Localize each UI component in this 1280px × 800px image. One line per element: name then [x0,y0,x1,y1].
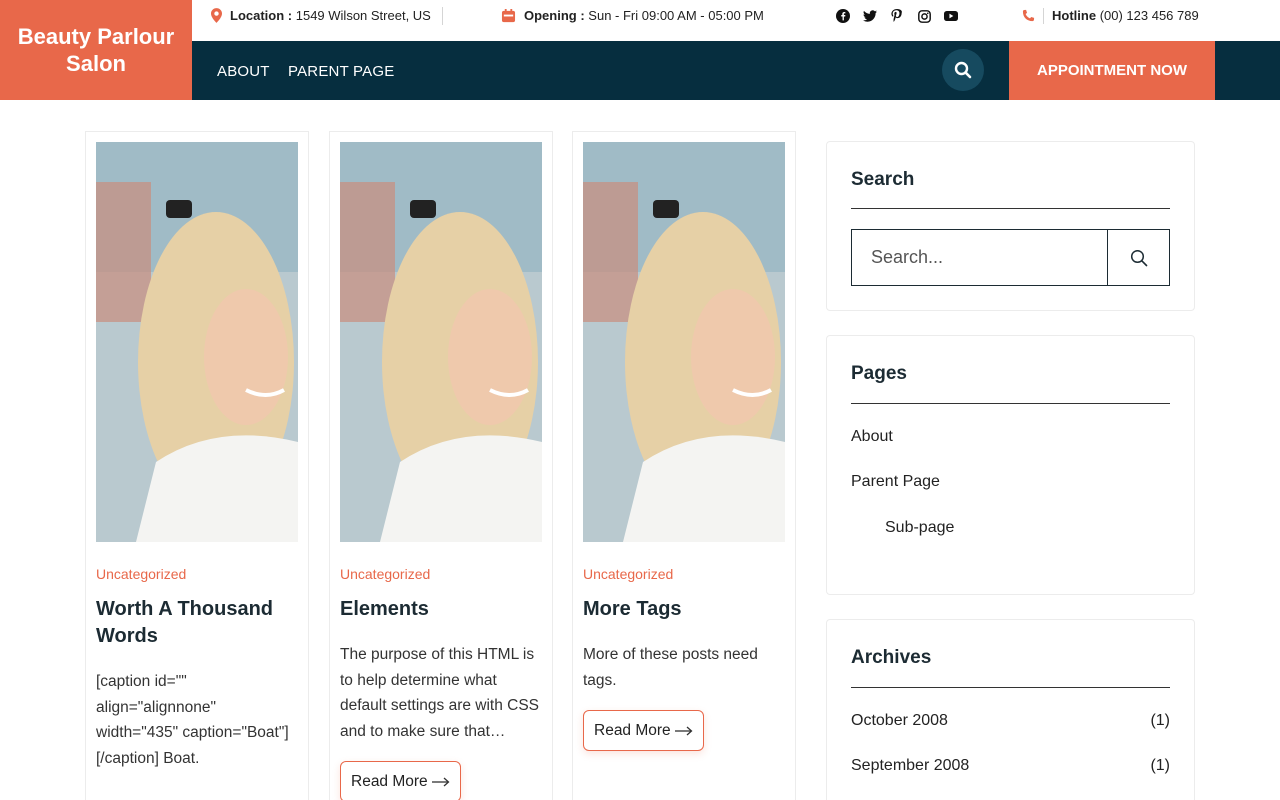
archive-count: (1) [1150,712,1170,729]
salon-photo [96,142,298,542]
read-more-button[interactable]: Read More [340,761,461,800]
widget-title: Pages [851,363,907,384]
location-info: Location : 1549 Wilson Street, US [211,0,443,31]
instagram-icon[interactable] [917,9,931,23]
post-title[interactable]: Worth A Thousand Words [96,596,296,650]
phone-icon [1021,9,1035,23]
post-card: Uncategorized More Tags More of these po… [572,131,796,800]
divider [1043,7,1044,24]
arrow-right-icon [674,726,693,735]
location-label: Location : [230,8,293,23]
nav-item-about[interactable]: ABOUT [217,63,270,80]
pages-widget: Pages About Parent Page Sub-page [826,335,1195,595]
divider [851,687,1170,688]
post-excerpt: The purpose of this HTML is to help dete… [340,646,540,740]
post-title[interactable]: Elements [340,596,540,623]
widget-title: Search [851,169,915,190]
twitter-icon[interactable] [863,9,877,23]
post-excerpt: More of these posts need tags. [583,646,758,689]
top-info-bar: Location : 1549 Wilson Street, US Openin… [192,0,1280,41]
salon-photo [340,142,542,542]
post-card: Uncategorized Elements The purpose of th… [329,131,553,800]
site-title: Beauty Parlour Salon [17,24,175,76]
read-more-button[interactable]: Read More [583,710,704,751]
opening-info: Opening : Sun - Fri 09:00 AM - 05:00 PM [501,0,764,31]
arrow-right-icon [431,777,450,786]
archives-widget: Archives October 2008 (1) September 2008… [826,619,1195,800]
post-thumbnail[interactable] [583,142,785,542]
location-value: 1549 Wilson Street, US [295,8,431,23]
archive-link-october-2008[interactable]: October 2008 [851,712,948,730]
salon-photo [583,142,785,542]
divider [851,403,1170,404]
post-category-link[interactable]: Uncategorized [340,566,430,582]
archive-link-september-2008[interactable]: September 2008 [851,757,969,775]
search-icon [954,61,972,79]
page-link-about[interactable]: About [851,428,893,446]
opening-value: Sun - Fri 09:00 AM - 05:00 PM [588,8,764,23]
widget-title: Archives [851,647,932,668]
appointment-button[interactable]: APPOINTMENT NOW [1009,41,1215,100]
search-widget: Search Search... [826,141,1195,311]
sidebar-search-button[interactable] [1107,229,1170,286]
page-link-sub-page[interactable]: Sub-page [885,519,954,537]
calendar-icon [501,8,516,23]
post-thumbnail[interactable] [340,142,542,542]
opening-label: Opening : [524,8,585,23]
map-pin-icon [211,8,222,23]
header-search-button[interactable] [942,49,984,91]
sidebar-search-input[interactable]: Search... [851,229,1108,286]
post-card: Uncategorized Worth A Thousand Words [ca… [85,131,309,800]
divider [851,208,1170,209]
youtube-icon[interactable] [944,9,958,23]
hotline-value: (00) 123 456 789 [1099,8,1199,23]
nav-item-parent-page[interactable]: PARENT PAGE [288,63,394,80]
post-category-link[interactable]: Uncategorized [583,566,673,582]
archive-count: (1) [1150,757,1170,774]
social-links [836,9,958,23]
post-excerpt: [caption id="" align="alignnone" width="… [96,673,289,767]
read-more-label: Read More [351,772,428,790]
post-title[interactable]: More Tags [583,596,783,623]
post-thumbnail[interactable] [96,142,298,542]
page-link-parent-page[interactable]: Parent Page [851,473,940,491]
hotline-info: Hotline (00) 123 456 789 [1021,0,1199,31]
facebook-icon[interactable] [836,9,850,23]
hotline-label: Hotline [1052,8,1097,23]
pinterest-icon[interactable] [890,9,904,23]
search-icon [1130,249,1147,266]
post-category-link[interactable]: Uncategorized [96,566,186,582]
main-navigation: ABOUT PARENT PAGE APPOINTMENT NOW [192,41,1280,100]
site-logo[interactable]: Beauty Parlour Salon [0,0,192,100]
read-more-label: Read More [594,721,671,739]
divider [441,6,443,25]
